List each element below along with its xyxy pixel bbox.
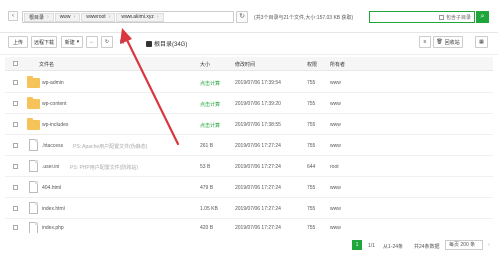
annotation-arrow-head (120, 28, 132, 44)
annotation-arrow-line (124, 36, 180, 146)
annotation-arrow (120, 28, 180, 146)
